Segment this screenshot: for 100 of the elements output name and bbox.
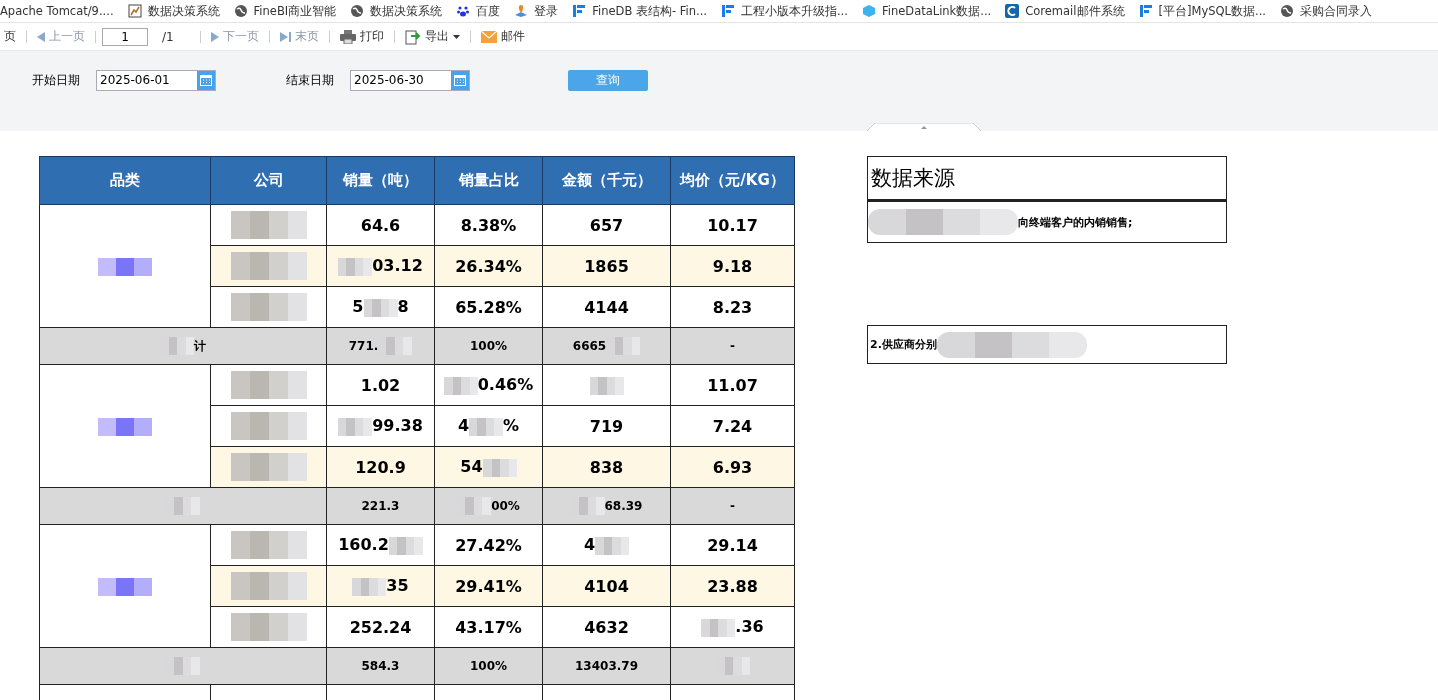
table-cell: 4632: [584, 617, 629, 637]
table-cell: 4104: [584, 576, 629, 596]
left-triangle-icon: [37, 31, 45, 42]
bookmark-link[interactable]: 百度: [456, 3, 501, 19]
start-date-label: 开始日期: [32, 71, 80, 89]
table-cell: 838: [589, 457, 624, 477]
table-cell: 29.41%: [455, 576, 522, 596]
bookmark-link[interactable]: [平台]MySQL数据...: [1138, 3, 1266, 19]
bookmark-link[interactable]: 数据决策系统: [127, 3, 220, 19]
page-total: /1: [162, 29, 174, 44]
column-header: 销量（吨）: [326, 156, 435, 205]
table-cell: 7.24: [712, 416, 753, 436]
bookmark-link[interactable]: 登录: [514, 3, 559, 19]
redacted-text: [363, 298, 398, 317]
table-cell: 0.46%: [477, 375, 534, 395]
column-header: 金额（千元）: [542, 156, 671, 205]
bookmark-link[interactable]: 数据决策系统: [350, 3, 443, 19]
table-cell: 11.07: [707, 375, 758, 395]
table-cell: 65.28%: [455, 297, 522, 317]
calendar-icon: [200, 74, 212, 86]
bookmark-link[interactable]: 工程小版本升级指...: [720, 3, 848, 19]
table-cell: 584.3: [361, 659, 400, 673]
table-cell: 1.02: [360, 375, 401, 395]
start-date-field[interactable]: 2025-06-01: [96, 69, 216, 91]
bookmark-link[interactable]: FineDB 表结构- Fin...: [572, 3, 707, 19]
redacted-text: [98, 577, 152, 596]
globe-icon: [350, 4, 365, 18]
table-cell: 5: [352, 297, 364, 317]
redacted-text: [595, 536, 630, 555]
redacted-text: [98, 257, 152, 276]
table-cell: 9.18: [712, 256, 753, 276]
bookmark-link[interactable]: 采购合同录入: [1279, 3, 1372, 19]
note-text: 2.供应商分别: [870, 337, 937, 352]
table-cell: -: [730, 499, 735, 513]
table-cell: 160.2: [338, 535, 389, 555]
envelope-icon: [480, 30, 497, 43]
table-cell: 221.3: [361, 499, 400, 513]
table-cell: 68.39: [604, 498, 643, 513]
chart-icon: [127, 4, 142, 18]
c-logo-icon: [1005, 4, 1020, 18]
table-cell: 计: [194, 338, 206, 353]
table-cell: .36: [735, 617, 764, 637]
redacted-text: [701, 618, 736, 637]
first-page-button[interactable]: 页: [0, 28, 20, 45]
end-date-label: 结束日期: [286, 71, 334, 89]
column-header: 销量占比: [434, 156, 543, 205]
notes-title: 数据来源: [867, 156, 1227, 202]
table-cell: -: [730, 339, 735, 353]
table-cell: 8.38%: [460, 215, 517, 235]
bookmark-link[interactable]: Coremail邮件系统: [1005, 3, 1125, 19]
collapse-handle-icon[interactable]: [867, 123, 981, 131]
f-logo-icon: [1138, 4, 1153, 18]
bookmark-link[interactable]: FineBI商业智能: [233, 3, 337, 19]
table-cell: 6.93: [712, 457, 753, 477]
redacted-text: [469, 417, 504, 436]
export-button[interactable]: 导出: [400, 28, 464, 45]
mail-button[interactable]: 邮件: [476, 28, 529, 45]
calendar-icon: [454, 74, 466, 86]
print-button[interactable]: 打印: [335, 28, 388, 45]
column-header: 品类: [39, 156, 211, 205]
export-icon: [404, 28, 421, 45]
table-cell: 100%: [469, 339, 508, 353]
bookmark-link[interactable]: FineDataLink数据...: [861, 3, 992, 19]
table-cell: 6665: [572, 338, 607, 353]
redacted-text: [338, 417, 373, 436]
table-cell: 719: [589, 416, 624, 436]
globe-icon: [233, 4, 248, 18]
column-header: 公司: [210, 156, 327, 205]
table-cell: 10.17: [707, 215, 758, 235]
table-cell: 4: [457, 416, 470, 436]
redacted-text: [388, 536, 423, 555]
table-cell: 03.12: [372, 256, 423, 276]
table-cell: 8.23: [712, 297, 753, 317]
map-icon: [514, 4, 529, 18]
table-cell: 26.34%: [455, 256, 522, 276]
redacted-text: [352, 577, 387, 596]
table-cell: 4144: [584, 297, 629, 317]
table-cell: 8: [397, 297, 409, 317]
globe-icon: [1279, 4, 1294, 18]
note-text: 向终端客户的内销销售;: [1018, 214, 1133, 230]
redacted-text: [443, 376, 478, 395]
table-cell: 35: [386, 576, 409, 596]
paw-icon: [456, 4, 471, 18]
redacted-text: [589, 376, 624, 395]
end-date-field[interactable]: 2025-06-30: [350, 69, 470, 91]
page-number-field[interactable]: 1: [102, 27, 148, 46]
redacted-text: [98, 417, 152, 436]
printer-icon: [339, 29, 356, 44]
table-cell: 64.6: [360, 215, 401, 235]
redacted-text: [482, 458, 517, 477]
right-triangle-icon: [210, 31, 219, 42]
table-cell: 99.38: [372, 416, 423, 436]
f-logo-icon: [720, 4, 735, 18]
bookmark-link[interactable]: Apache Tomcat/9....: [0, 4, 114, 18]
table-cell: 29.14: [707, 535, 758, 555]
table-cell: 1865: [584, 256, 629, 276]
table-cell: 252.24: [349, 617, 412, 637]
table-cell: 00%: [491, 498, 520, 513]
table-cell: 100%: [469, 659, 508, 673]
f-logo-icon: [572, 4, 587, 18]
